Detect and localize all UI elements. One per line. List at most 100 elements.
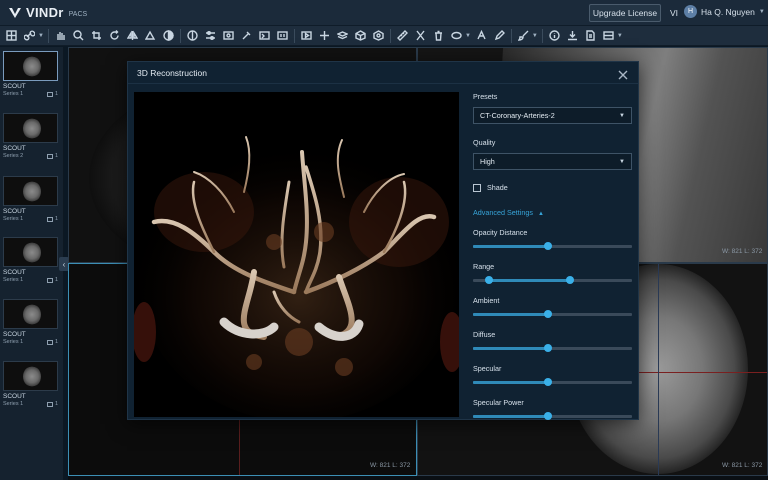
series-sidebar: SCOUT Series 1 1 SCOUT Series 2 1 SCOUT Series … <box>0 47 64 480</box>
slider-handle-high[interactable] <box>565 276 574 284</box>
contrast-icon[interactable] <box>185 28 200 44</box>
invert-icon[interactable] <box>161 28 176 44</box>
series-meta: Series 1 1 <box>3 216 58 222</box>
series-meta: Series 1 1 <box>3 277 58 283</box>
document-icon[interactable] <box>583 28 598 44</box>
cube-icon[interactable] <box>353 28 368 44</box>
series-number: Series 1 <box>3 339 24 345</box>
flip-icon[interactable] <box>125 28 140 44</box>
series-thumbnail[interactable] <box>3 361 58 391</box>
text-annotation-icon[interactable] <box>474 28 489 44</box>
image-count-value: 1 <box>54 339 58 345</box>
stack-icon[interactable] <box>335 28 350 44</box>
series-thumbnail[interactable] <box>3 51 58 81</box>
quality-label: Quality <box>473 138 496 147</box>
user-menu[interactable]: H Ha Q. Nguyen ▼ <box>684 5 765 18</box>
pen-icon[interactable] <box>492 28 507 44</box>
brush-icon[interactable] <box>516 28 531 44</box>
volume-icon[interactable] <box>371 28 386 44</box>
copy-icon <box>46 216 53 222</box>
caret-down-icon[interactable]: ▼ <box>38 33 44 39</box>
series-item[interactable]: SCOUT Series 1 1 <box>3 176 61 222</box>
slider-handle-low[interactable] <box>484 276 493 284</box>
series-meta: Series 1 1 <box>3 91 58 97</box>
ruler-icon[interactable] <box>395 28 410 44</box>
slider[interactable] <box>473 378 632 386</box>
toolbar-divider <box>541 28 543 43</box>
window-level-icon[interactable] <box>143 28 158 44</box>
presets-value: CT-Coronary-Arteries-2 <box>480 111 555 120</box>
logo[interactable]: VINDr PACS <box>8 5 87 20</box>
image-icon[interactable] <box>221 28 236 44</box>
image-count-value: 1 <box>54 91 58 97</box>
chevron-up-icon: ▲ <box>537 211 544 217</box>
play-icon[interactable] <box>299 28 314 44</box>
link-icon[interactable] <box>22 28 37 44</box>
copy-icon <box>46 153 53 159</box>
series-item[interactable]: SCOUT Series 1 1 <box>3 237 61 283</box>
presets-select[interactable]: CT-Coronary-Arteries-2 ▼ <box>473 107 632 124</box>
copy-icon <box>46 91 53 97</box>
slider[interactable] <box>473 412 632 420</box>
toolbar-divider <box>47 28 49 43</box>
series-thumbnail[interactable] <box>3 237 58 267</box>
sliders-icon[interactable] <box>203 28 218 44</box>
image-count: 1 <box>46 153 58 159</box>
quality-select[interactable]: High ▼ <box>473 153 632 170</box>
crop-icon[interactable] <box>89 28 104 44</box>
eyedropper-icon[interactable] <box>239 28 254 44</box>
advanced-settings-toggle[interactable]: Advanced Settings ▲ <box>473 208 633 217</box>
download-icon[interactable] <box>565 28 580 44</box>
slider-row: Specular <box>473 364 633 386</box>
info-icon[interactable] <box>547 28 562 44</box>
slider[interactable] <box>473 344 632 352</box>
slider-fill <box>473 381 548 384</box>
grid-icon[interactable] <box>601 28 616 44</box>
language-switch[interactable]: VI <box>670 8 678 18</box>
slider-handle[interactable] <box>543 310 552 318</box>
caret-down-icon[interactable]: ▼ <box>532 33 538 39</box>
pan-icon[interactable] <box>53 28 68 44</box>
close-icon[interactable] <box>618 67 630 80</box>
slider-handle[interactable] <box>543 344 552 352</box>
screen-icon[interactable] <box>257 28 272 44</box>
shade-option[interactable]: Shade <box>473 183 633 192</box>
window-level-readout: W: 821 L: 372 <box>722 248 763 255</box>
image-count-value: 1 <box>54 277 58 283</box>
caret-down-icon[interactable]: ▼ <box>465 33 471 39</box>
caret-down-icon: ▼ <box>619 112 625 119</box>
slider-handle[interactable] <box>543 412 552 420</box>
series-item[interactable]: SCOUT Series 1 1 <box>3 51 61 97</box>
series-thumbnail[interactable] <box>3 299 58 329</box>
series-number: Series 2 <box>3 153 24 159</box>
slider-handle[interactable] <box>543 378 552 386</box>
zoom-icon[interactable] <box>71 28 86 44</box>
layout-icon[interactable] <box>4 28 19 44</box>
slider[interactable] <box>473 310 632 318</box>
series-item[interactable]: SCOUT Series 1 1 <box>3 361 61 407</box>
ellipse-icon[interactable] <box>449 28 464 44</box>
upgrade-license-button[interactable]: Upgrade License <box>589 4 661 22</box>
crosshair-line <box>658 264 659 475</box>
slider[interactable] <box>473 242 632 250</box>
trash-icon[interactable] <box>431 28 446 44</box>
3d-render-canvas[interactable] <box>134 92 459 417</box>
scan-thumbnail-image <box>23 242 41 263</box>
caret-down-icon[interactable]: ▼ <box>617 33 623 39</box>
rotate-icon[interactable] <box>107 28 122 44</box>
series-thumbnail[interactable] <box>3 113 58 143</box>
logo-text: VINDr <box>26 5 64 20</box>
window-level-readout: W: 821 L: 372 <box>722 462 763 469</box>
layers-icon[interactable] <box>275 28 290 44</box>
crosshair-icon[interactable] <box>317 28 332 44</box>
shade-label: Shade <box>487 183 508 192</box>
series-item[interactable]: SCOUT Series 2 1 <box>3 113 61 159</box>
shade-checkbox[interactable] <box>473 183 481 192</box>
series-thumbnail[interactable] <box>3 176 58 206</box>
range-slider[interactable] <box>473 276 632 284</box>
slider-handle[interactable] <box>543 242 552 250</box>
series-item[interactable]: SCOUT Series 1 1 <box>3 299 61 345</box>
slider-row: Range <box>473 262 633 284</box>
angle-icon[interactable] <box>413 28 428 44</box>
slider-label: Ambient <box>473 296 500 305</box>
